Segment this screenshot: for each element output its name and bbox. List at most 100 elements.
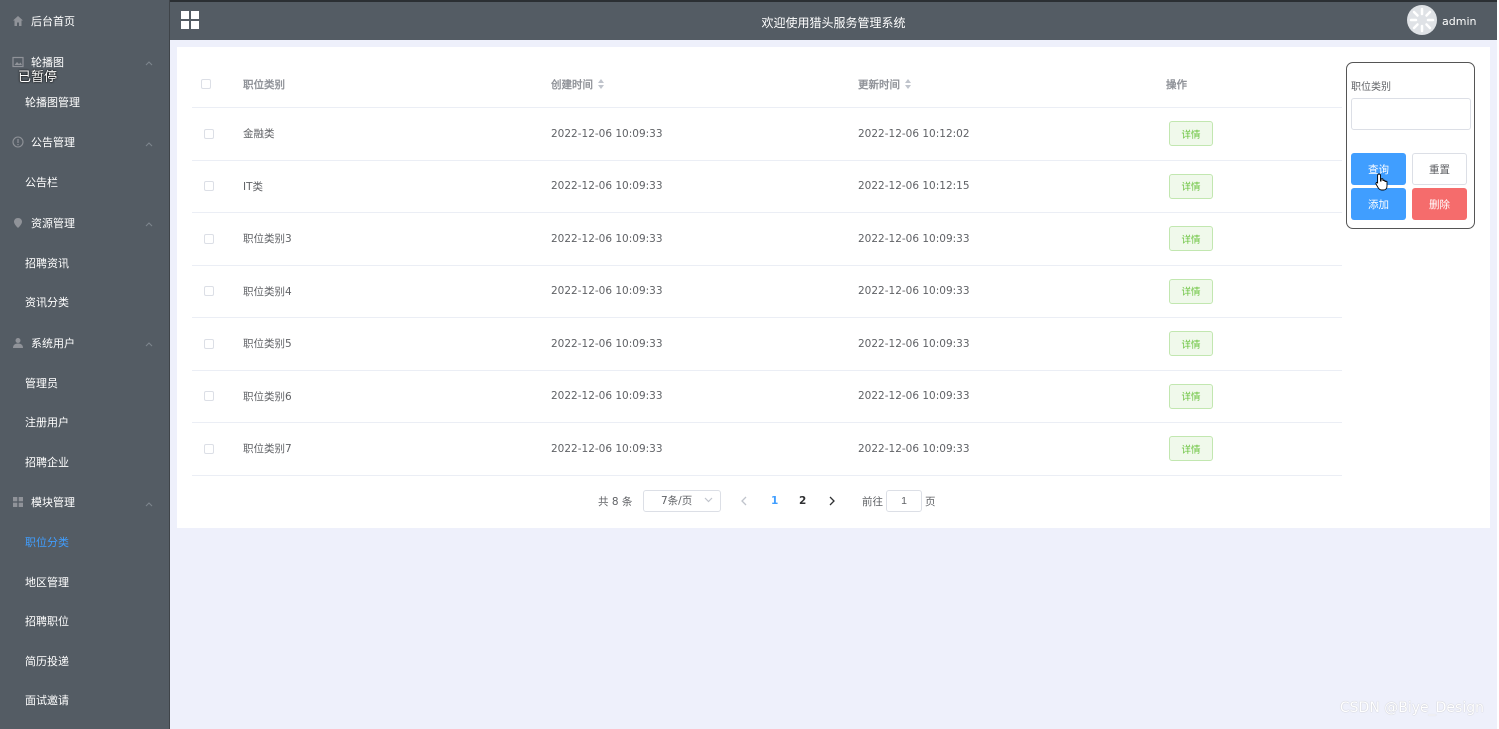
avatar[interactable] [1407, 5, 1437, 35]
sidebar-item-5-4[interactable]: 面试邀请 [0, 681, 169, 721]
sidebar-item-4-2[interactable]: 招聘企业 [0, 442, 169, 482]
reset-button[interactable]: 重置 [1412, 153, 1467, 185]
sidebar: 后台首页 轮播图 轮播图管理 公告管理 公告栏 资源管理 招聘资讯 资讯分类 系统用户 管理员 注册… [0, 0, 170, 729]
sort-icon[interactable] [905, 79, 912, 89]
pagination-total: 共 8 条 [598, 495, 633, 508]
cell-created: 2022-12-06 10:09:33 [551, 127, 663, 140]
row-checkbox[interactable] [204, 233, 214, 244]
sidebar-item-5-0[interactable]: 职位分类 [0, 523, 169, 563]
sidebar-group-3[interactable]: 资源管理 [0, 202, 169, 243]
chevron-down-icon [704, 495, 713, 507]
grid-icon [12, 496, 24, 508]
sidebar-item-4-1[interactable]: 注册用户 [0, 403, 169, 443]
cell-updated: 2022-12-06 10:09:33 [858, 285, 970, 298]
location-icon [12, 217, 24, 229]
row-checkbox[interactable] [204, 443, 214, 454]
page-size-select[interactable]: 7条/页 [643, 490, 721, 512]
table-body: 金融类 2022-12-06 10:09:33 2022-12-06 10:12:0… [192, 108, 1342, 476]
prev-page-icon[interactable] [740, 489, 748, 513]
cell-created: 2022-12-06 10:09:33 [551, 442, 663, 455]
goto-label: 前往 [862, 495, 883, 508]
sort-icon[interactable] [598, 79, 605, 89]
page-unit-label: 页 [925, 495, 936, 508]
sidebar-group-label: 系统用户 [31, 336, 75, 350]
info-icon [12, 136, 24, 148]
row-checkbox[interactable] [204, 181, 214, 192]
detail-button[interactable]: 详情 [1169, 331, 1213, 357]
search-panel: 职位类别 查询 重置 添加 删除 [1346, 62, 1475, 229]
cell-category: 职位类别5 [243, 338, 292, 351]
user-icon [12, 337, 24, 349]
detail-button[interactable]: 详情 [1169, 226, 1213, 252]
cell-category: 职位类别4 [243, 285, 292, 298]
header-category: 职位类别 [243, 78, 285, 91]
search-category-label: 职位类别 [1351, 82, 1391, 93]
cell-category: 职位类别7 [243, 443, 292, 456]
row-checkbox[interactable] [204, 128, 214, 139]
delete-button[interactable]: 删除 [1412, 188, 1467, 220]
watermark: CSDN @Biye_Design [1339, 700, 1484, 716]
table-row: 职位类别3 2022-12-06 10:09:33 2022-12-06 10:09… [192, 213, 1342, 266]
pagination: 共 8 条 7条/页 1 2 前往 页 [177, 489, 1490, 513]
row-checkbox[interactable] [204, 286, 214, 297]
cell-category: 职位类别6 [243, 390, 292, 403]
search-category-input[interactable] [1351, 98, 1471, 130]
table-row: 职位类别5 2022-12-06 10:09:33 2022-12-06 10:09… [192, 318, 1342, 371]
sidebar-item-3-0[interactable]: 招聘资讯 [0, 243, 169, 283]
top-header: 欢迎使用猎头服务管理系统 admin [170, 0, 1497, 40]
table-row: 职位类别4 2022-12-06 10:09:33 2022-12-06 10:09… [192, 266, 1342, 318]
category-table: 职位类别 创建时间 更新时间 操作 金融类 2022-12-06 10:09:33… [192, 61, 1342, 476]
row-checkbox[interactable] [204, 338, 214, 349]
page-2[interactable]: 2 [799, 489, 806, 513]
table-row: 职位类别6 2022-12-06 10:09:33 2022-12-06 10:09… [192, 371, 1342, 423]
content-card: 职位类别 创建时间 更新时间 操作 金融类 2022-12-06 10:09:33… [177, 47, 1490, 528]
cell-updated: 2022-12-06 10:12:02 [858, 127, 970, 140]
cell-created: 2022-12-06 10:09:33 [551, 337, 663, 350]
table-header: 职位类别 创建时间 更新时间 操作 [192, 61, 1342, 108]
cell-created: 2022-12-06 10:09:33 [551, 180, 663, 193]
header-created[interactable]: 创建时间 [551, 61, 605, 107]
sidebar-item-3-1[interactable]: 资讯分类 [0, 283, 169, 323]
sidebar-group-5[interactable]: 模块管理 [0, 482, 169, 523]
table-row: 职位类别7 2022-12-06 10:09:33 2022-12-06 10:09… [192, 423, 1342, 476]
cell-created: 2022-12-06 10:09:33 [551, 232, 663, 245]
sidebar-item-5-1[interactable]: 地区管理 [0, 562, 169, 602]
sidebar-group-label: 模块管理 [31, 496, 75, 509]
header-updated[interactable]: 更新时间 [858, 61, 912, 107]
header-created-label: 创建时间 [551, 78, 593, 91]
page-title: 欢迎使用猎头服务管理系统 [761, 16, 906, 30]
select-all-checkbox[interactable] [201, 79, 211, 89]
table-row: IT类 2022-12-06 10:09:33 2022-12-06 10:12:1… [192, 161, 1342, 213]
header-updated-label: 更新时间 [858, 78, 900, 91]
cell-updated: 2022-12-06 10:09:33 [858, 337, 970, 350]
chevron-up-icon [145, 337, 153, 350]
cell-updated: 2022-12-06 10:09:33 [858, 442, 970, 455]
cell-category: 金融类 [243, 128, 275, 141]
sidebar-group-0[interactable]: 后台首页 [0, 0, 169, 41]
sidebar-item-2-0[interactable]: 公告栏 [0, 163, 169, 203]
sidebar-group-label: 公告管理 [31, 136, 75, 149]
page-1[interactable]: 1 [771, 489, 778, 513]
chevron-up-icon [145, 56, 153, 69]
row-checkbox[interactable] [204, 391, 214, 402]
cell-category: 职位类别3 [243, 233, 292, 246]
sidebar-group-4[interactable]: 系统用户 [0, 322, 169, 363]
chevron-up-icon [145, 137, 153, 150]
sidebar-item-4-0[interactable]: 管理员 [0, 363, 169, 403]
sidebar-item-5-3[interactable]: 简历投递 [0, 641, 169, 681]
detail-button[interactable]: 详情 [1169, 383, 1213, 409]
username[interactable]: admin [1442, 15, 1476, 28]
detail-button[interactable]: 详情 [1169, 278, 1213, 304]
next-page-icon[interactable] [828, 489, 836, 513]
sidebar-item-5-2[interactable]: 招聘职位 [0, 602, 169, 642]
detail-button[interactable]: 详情 [1169, 436, 1213, 462]
detail-button[interactable]: 详情 [1169, 173, 1213, 199]
goto-page-input[interactable] [886, 490, 922, 512]
detail-button[interactable]: 详情 [1169, 121, 1213, 147]
sidebar-item-1-0[interactable]: 轮播图管理 [0, 82, 169, 122]
sidebar-group-2[interactable]: 公告管理 [0, 122, 169, 163]
cell-category: IT类 [243, 180, 264, 193]
home-icon [12, 15, 24, 27]
paused-overlay-text: 已暂停 [18, 70, 58, 85]
cell-created: 2022-12-06 10:09:33 [551, 390, 663, 403]
